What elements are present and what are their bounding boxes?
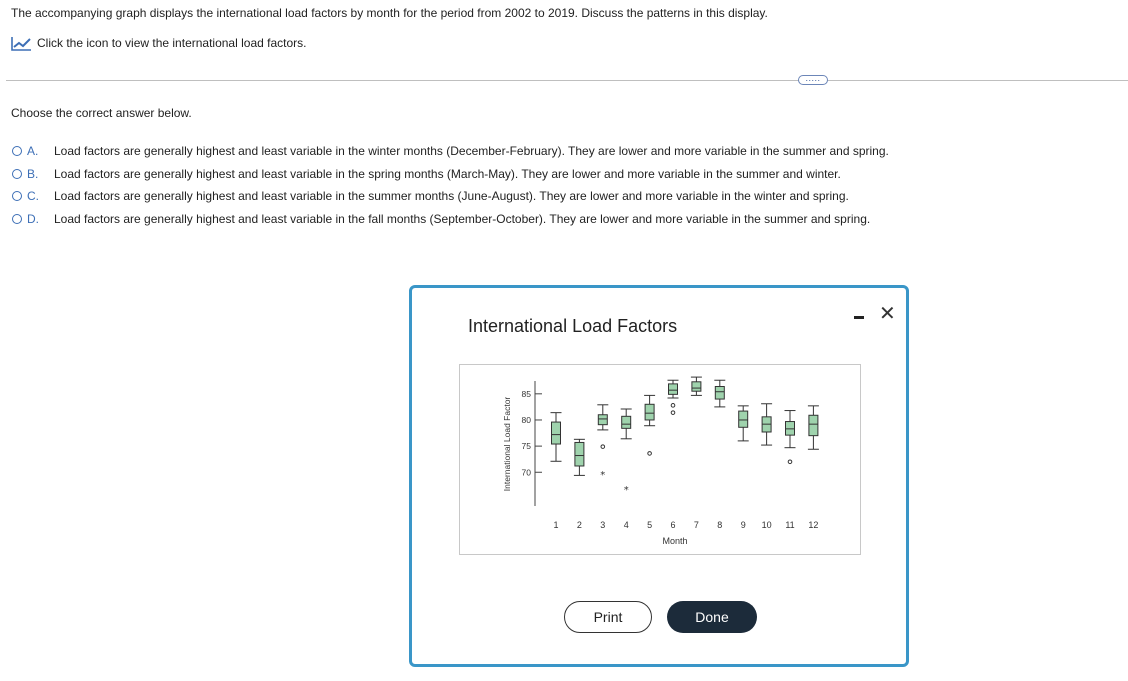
radio-button[interactable] [12,191,22,202]
option-d[interactable]: D. Load factors are generally highest an… [12,208,889,231]
boxplot-chart: 70758085International Load Factor1 2*3*4 5… [502,376,819,546]
box-3 [597,414,608,426]
x-tick-label: 2 [577,520,582,530]
x-axis-label: Month [662,536,687,546]
more-icon: ..... [805,72,821,83]
x-tick-label: 6 [670,520,675,530]
answer-options: A. Load factors are generally highest an… [12,140,889,230]
question-text: The accompanying graph displays the inte… [11,6,768,20]
radio-button[interactable] [12,146,22,157]
option-a[interactable]: A. Load factors are generally highest an… [12,140,889,163]
y-tick-label: 85 [522,389,532,399]
print-button[interactable]: Print [564,601,652,633]
option-letter: B. [27,166,39,181]
box-8 [714,386,725,400]
box-1 [551,421,561,445]
option-text[interactable]: Load factors are generally highest and l… [54,144,889,158]
outlier-circle [670,410,676,415]
option-text[interactable]: Load factors are generally highest and l… [54,167,841,181]
box-11 [785,421,795,436]
box-6 [668,383,678,395]
choose-label: Choose the correct answer below. [11,106,192,120]
outlier-star: * [600,470,605,481]
radio-button[interactable] [12,213,22,224]
section-divider [6,80,1128,81]
outlier-circle [600,444,606,449]
x-tick-label: 3 [600,520,605,530]
y-tick-label: 70 [522,467,532,477]
box-4 [621,415,632,429]
chart-dialog: International Load Factors ✕ 70 75 80 85 Int… [409,285,909,667]
option-letter: C. [27,189,39,204]
y-axis-label: International Load Factor [502,397,512,492]
chart-frame: 70 75 80 85 International Load Factor 1 2 * 3 * 4 5… [459,364,861,555]
radio-button[interactable] [12,168,22,179]
x-tick-label: 8 [717,520,722,530]
outlier-circle [670,403,676,408]
option-c[interactable]: C. Load factors are generally highest an… [12,185,889,208]
box-7 [691,381,702,392]
option-text[interactable]: Load factors are generally highest and l… [54,189,849,203]
x-tick-label: 4 [624,520,629,530]
close-icon[interactable]: ✕ [879,304,896,324]
x-tick-label: 11 [785,520,794,530]
dialog-title: International Load Factors [468,316,678,336]
box-12 [808,414,819,437]
option-text[interactable]: Load factors are generally highest and l… [54,212,870,226]
outlier-circle [787,459,793,465]
outlier-star: * [624,485,629,496]
y-tick-label: 80 [522,415,532,425]
view-load-factors-label[interactable]: Click the icon to view the international… [37,36,306,50]
view-load-factors-link[interactable]: Click the icon to view the international… [11,34,306,52]
x-tick-label: 1 [553,520,558,530]
option-b[interactable]: B. Load factors are generally highest an… [12,163,889,186]
line-chart-icon[interactable] [11,36,32,51]
minimize-icon[interactable] [853,312,865,324]
x-tick-label: 10 [762,520,772,530]
option-letter: D. [27,211,39,226]
x-tick-label: 12 [808,520,818,530]
option-letter: A. [27,144,39,159]
box-5 [644,403,655,421]
x-tick-label: 7 [694,520,699,530]
more-button[interactable]: ..... [798,72,828,85]
box-9 [738,410,749,428]
done-button[interactable]: Done [667,601,757,633]
outlier-circle [647,451,652,456]
x-tick-label: 9 [741,520,746,530]
x-tick-label: 5 [647,520,652,530]
box-2 [574,441,585,467]
y-tick-label: 75 [522,441,532,451]
